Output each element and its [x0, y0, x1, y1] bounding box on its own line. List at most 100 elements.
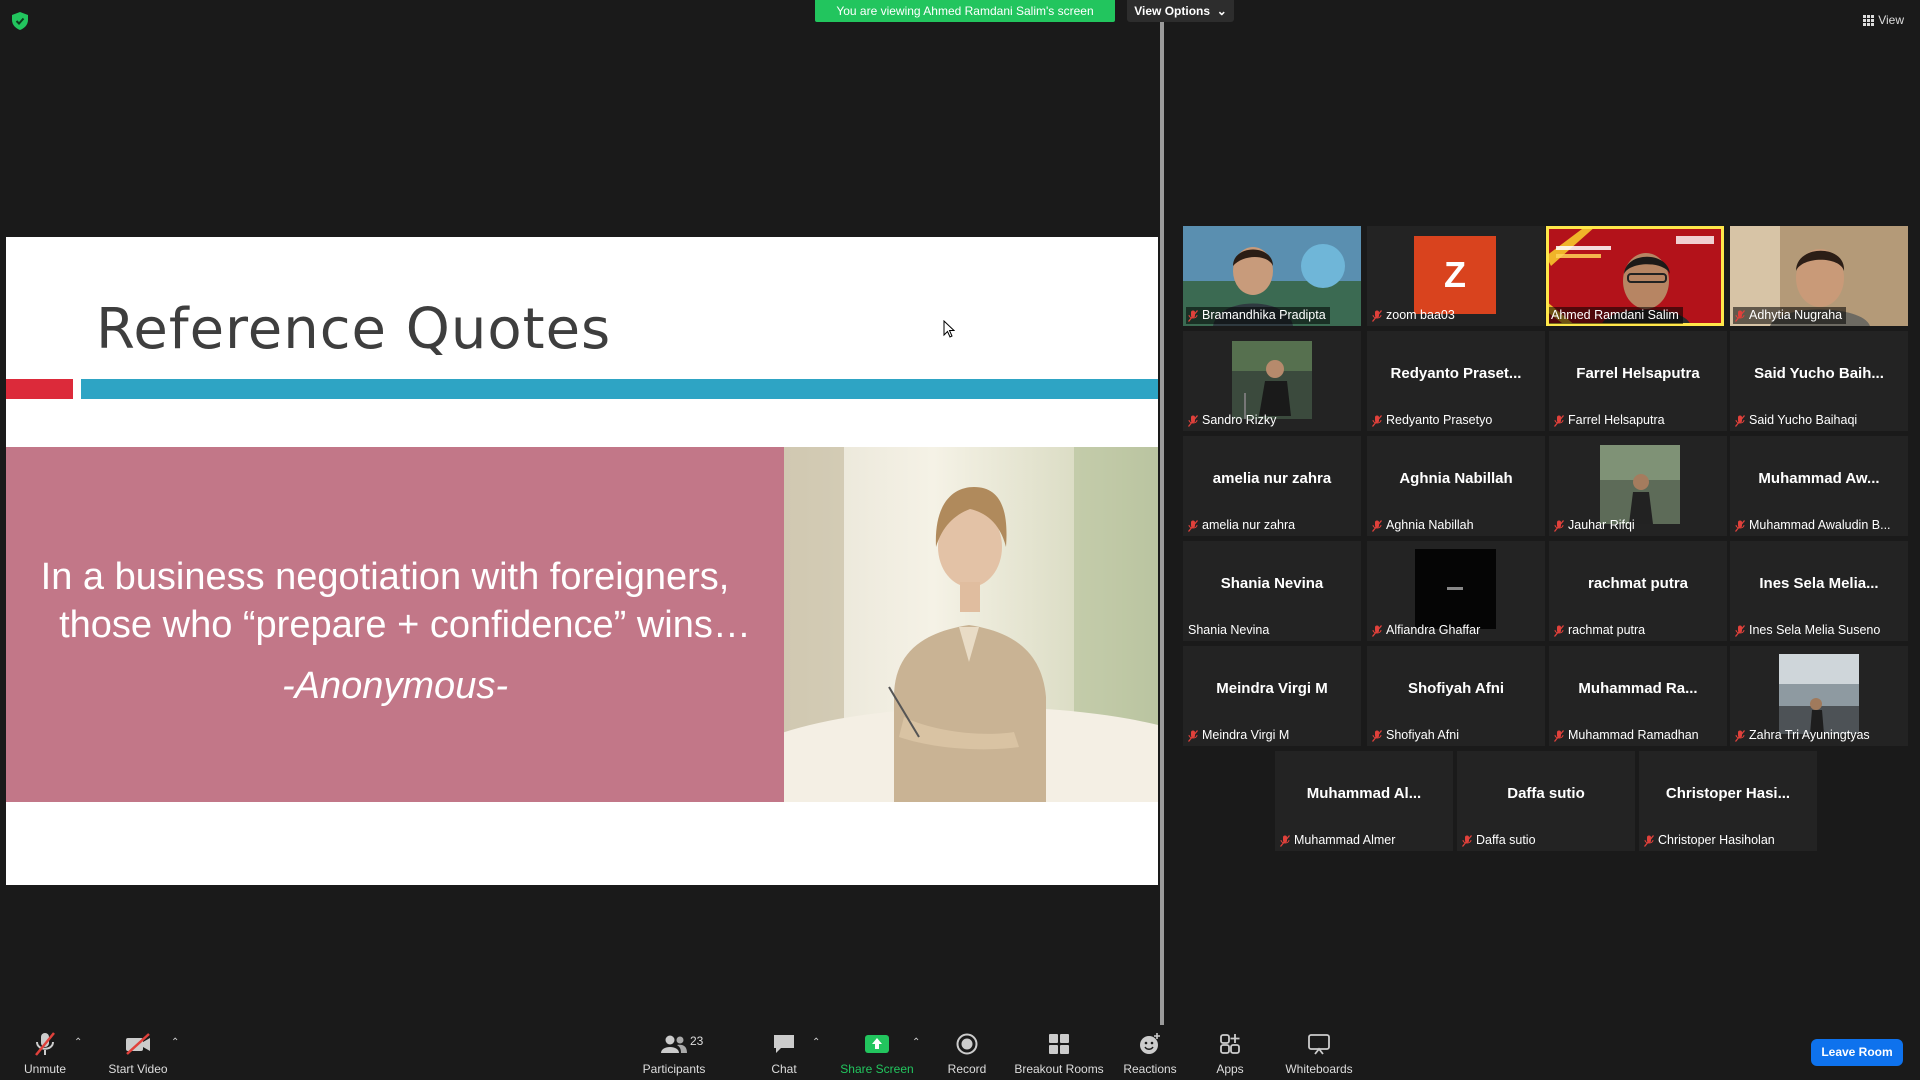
participant-name: Bramandhika Pradipta: [1202, 308, 1326, 322]
whiteboard-icon: [1305, 1031, 1333, 1057]
breakout-rooms-button[interactable]: Breakout Rooms: [1012, 1031, 1106, 1079]
participant-tile[interactable]: Shofiyah Afni Shofiyah Afni: [1367, 646, 1545, 746]
start-video-button[interactable]: Start Video: [106, 1031, 170, 1079]
chat-options-caret-icon[interactable]: ⌃: [812, 1037, 820, 1048]
participant-display-name: amelia nur zahra: [1212, 470, 1332, 487]
unmute-label: Unmute: [23, 1062, 67, 1076]
participant-tile[interactable]: amelia nur zahra amelia nur zahra: [1183, 436, 1361, 536]
chat-button[interactable]: Chat: [766, 1031, 802, 1079]
participant-display-name: Christoper Hasi...: [1665, 785, 1791, 802]
share-options-caret-icon[interactable]: ⌃: [912, 1037, 920, 1048]
participant-tile[interactable]: Bramandhika Pradipta: [1183, 226, 1361, 326]
participant-tile[interactable]: Muhammad Ra... Muhammad Ramadhan: [1549, 646, 1727, 746]
breakout-rooms-label: Breakout Rooms: [1014, 1062, 1104, 1076]
participant-tile[interactable]: Jauhar Rifqi: [1549, 436, 1727, 536]
participants-label: Participants: [642, 1062, 706, 1076]
participant-tile[interactable]: Redyanto Praset... Redyanto Prasetyo: [1367, 331, 1545, 431]
participant-label: Muhammad Ramadhan: [1552, 727, 1703, 744]
participant-label: Muhammad Awaludin B...: [1733, 517, 1895, 534]
participant-tile[interactable]: Adhytia Nugraha: [1730, 226, 1908, 326]
participant-tile[interactable]: Shania Nevina Shania Nevina: [1183, 541, 1361, 641]
participant-name: Muhammad Almer: [1294, 833, 1396, 847]
mic-muted-icon: [1735, 519, 1745, 532]
reactions-smiley-icon: [1136, 1031, 1164, 1057]
quote-panel: In a business negotiation with foreigner…: [6, 447, 784, 802]
mic-muted-icon: [1554, 519, 1564, 532]
businesswoman-photo: [784, 447, 1158, 802]
participant-display-name: Muhammad Ra...: [1578, 680, 1698, 697]
chat-label: Chat: [771, 1062, 797, 1076]
video-off-icon: [124, 1031, 152, 1057]
participant-name: Sandro Rizky: [1202, 413, 1277, 427]
participant-label: Ahmed Ramdani Salim: [1549, 307, 1683, 324]
zoom-meeting-window: You are viewing Ahmed Ramdani Salim's sc…: [0, 0, 1920, 1080]
participant-tile[interactable]: Meindra Virgi M Meindra Virgi M: [1183, 646, 1361, 746]
participant-label: Aghnia Nabillah: [1370, 517, 1478, 534]
quote-line-1: In a business negotiation with foreigner…: [40, 556, 730, 598]
share-screen-button[interactable]: Share Screen: [840, 1031, 914, 1079]
participant-tile[interactable]: rachmat putra rachmat putra: [1549, 541, 1727, 641]
mic-muted-icon: [1554, 729, 1564, 742]
participant-label: Daffa sutio: [1460, 832, 1540, 849]
participant-tile[interactable]: Farrel Helsaputra Farrel Helsaputra: [1549, 331, 1727, 431]
shared-screen-area[interactable]: Reference Quotes In a business negotiati…: [0, 22, 1160, 1017]
chevron-down-icon: ⌄: [1213, 4, 1227, 18]
quote-line-2: those who “prepare + confidence” wins…: [59, 604, 751, 646]
reactions-label: Reactions: [1123, 1062, 1177, 1076]
participant-name: Ahmed Ramdani Salim: [1551, 308, 1679, 322]
participant-name: Redyanto Prasetyo: [1386, 413, 1493, 427]
mic-muted-icon: [1372, 729, 1382, 742]
participant-label: Muhammad Almer: [1278, 832, 1399, 849]
view-label: View: [1878, 13, 1904, 27]
participant-label: Redyanto Prasetyo: [1370, 412, 1496, 429]
unmute-button[interactable]: Unmute: [22, 1031, 68, 1079]
apps-button[interactable]: Apps: [1210, 1031, 1250, 1079]
record-icon: [953, 1031, 981, 1057]
record-button[interactable]: Record: [944, 1031, 990, 1079]
mouse-cursor-icon: [943, 320, 955, 338]
participant-tile[interactable]: Said Yucho Baih... Said Yucho Baihaqi: [1730, 331, 1908, 431]
record-label: Record: [947, 1062, 987, 1076]
participant-label: Said Yucho Baihaqi: [1733, 412, 1861, 429]
participant-name: Said Yucho Baihaqi: [1749, 413, 1858, 427]
participant-name: Farrel Helsaputra: [1568, 413, 1665, 427]
participant-display-name: rachmat putra: [1587, 575, 1689, 592]
participant-tile[interactable]: Sandro Rizky: [1183, 331, 1361, 431]
participant-tile[interactable]: Daffa sutio Daffa sutio: [1457, 751, 1635, 851]
view-button[interactable]: View: [1863, 11, 1904, 29]
slide-title: Reference Quotes: [96, 297, 612, 362]
reactions-button[interactable]: Reactions: [1122, 1031, 1178, 1079]
quote-text: In a business negotiation with foreigner…: [6, 553, 784, 649]
participant-tile[interactable]: Zahra Tri Ayuningtyas: [1730, 646, 1908, 746]
participant-tile[interactable]: Aghnia Nabillah Aghnia Nabillah: [1367, 436, 1545, 536]
participant-label: Christoper Hasiholan: [1642, 832, 1779, 849]
mic-muted-icon: [1372, 309, 1382, 322]
audio-options-caret-icon[interactable]: ⌃: [74, 1037, 82, 1048]
participant-tile[interactable]: Ines Sela Melia... Ines Sela Melia Susen…: [1730, 541, 1908, 641]
chat-icon: [770, 1031, 798, 1057]
view-options-button[interactable]: View Options ⌄: [1127, 0, 1234, 22]
participant-display-name: Meindra Virgi M: [1216, 680, 1328, 697]
panel-resize-handle[interactable]: [1160, 22, 1164, 1025]
participant-tile[interactable]: Muhammad Aw... Muhammad Awaludin B...: [1730, 436, 1908, 536]
mic-muted-icon: [1372, 624, 1382, 637]
participant-tile-active-speaker[interactable]: Ahmed Ramdani Salim: [1546, 226, 1724, 326]
participant-tile[interactable]: Muhammad Al... Muhammad Almer: [1275, 751, 1453, 851]
participant-tile[interactable]: Christoper Hasi... Christoper Hasiholan: [1639, 751, 1817, 851]
participant-display-name: Muhammad Aw...: [1758, 470, 1880, 487]
participant-name: Shofiyah Afni: [1386, 728, 1459, 742]
start-video-label: Start Video: [108, 1062, 168, 1076]
apps-icon: [1216, 1031, 1244, 1057]
mic-muted-icon: [1188, 729, 1198, 742]
leave-room-button[interactable]: Leave Room: [1811, 1039, 1903, 1066]
participant-tile[interactable]: Z zoom baa03: [1367, 226, 1545, 326]
mic-muted-icon: [1188, 414, 1198, 427]
participant-tile[interactable]: Alfiandra Ghaffar: [1367, 541, 1545, 641]
video-options-caret-icon[interactable]: ⌃: [171, 1037, 179, 1048]
participant-name: Aghnia Nabillah: [1386, 518, 1474, 532]
participant-label: Jauhar Rifqi: [1552, 517, 1639, 534]
whiteboards-button[interactable]: Whiteboards: [1282, 1031, 1356, 1079]
participant-label: Ines Sela Melia Suseno: [1733, 622, 1884, 639]
mic-muted-icon: [1188, 309, 1198, 322]
participants-count: 23: [690, 1034, 704, 1048]
